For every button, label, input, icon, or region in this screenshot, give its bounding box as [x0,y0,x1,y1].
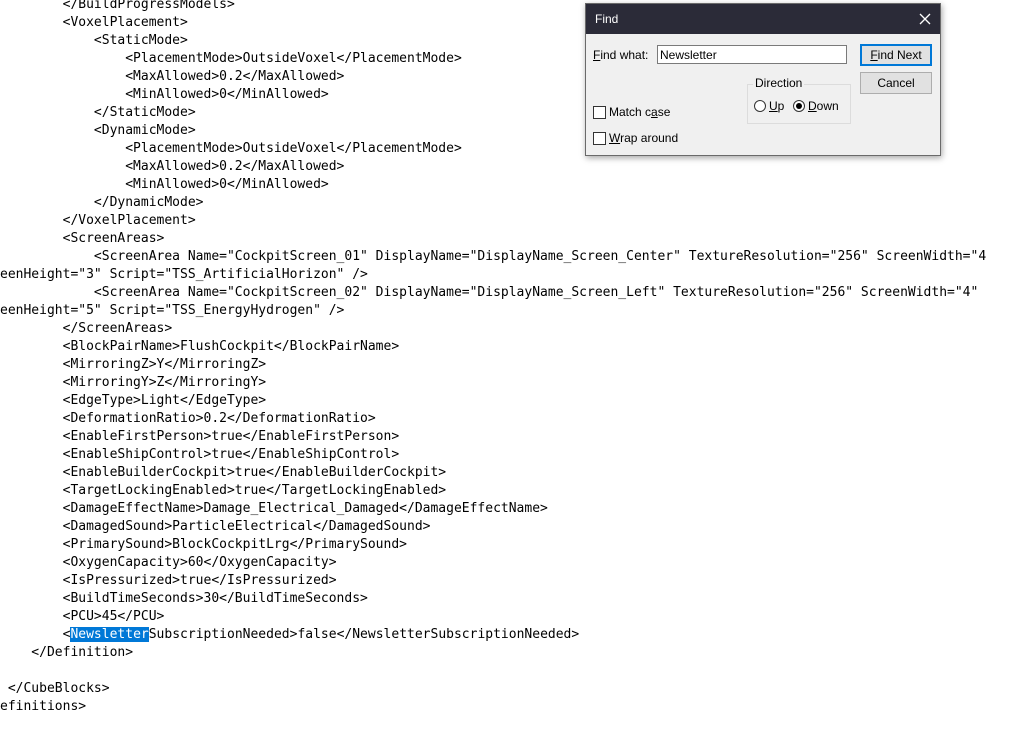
code-text: <EnableShipControl>true</EnableShipContr… [0,447,400,462]
code-line: <PCU>45</PCU> [0,608,165,626]
code-line: <IsPressurized>true</IsPressurized> [0,572,337,590]
close-button[interactable] [910,4,940,34]
wrap-around-label[interactable]: Wrap around [609,131,678,145]
code-text: <MirroringY>Z</MirroringY> [0,375,267,390]
code-text: </Definition> [0,645,134,660]
find-what-input[interactable] [657,45,847,64]
code-line: <MirroringZ>Y</MirroringZ> [0,356,267,374]
dialog-title: Find [595,12,619,26]
code-line: </ScreenAreas> [0,320,173,338]
code-line: efinitions> [0,698,86,716]
direction-down-label[interactable]: Down [808,99,839,113]
find-dialog: Find Find what: Find Next Cancel Directi… [585,3,941,156]
code-text: <DamageEffectName>Damage_Electrical_Dama… [0,501,548,516]
code-text: </BuildProgressModels> [0,0,235,12]
code-text: <PCU>45</PCU> [0,609,165,624]
close-icon [919,13,931,25]
code-text: <ScreenArea Name="CockpitScreen_01" Disp… [0,249,987,264]
code-line: <EnableShipControl>true</EnableShipContr… [0,446,400,464]
code-text: < [0,627,71,642]
code-text: </VoxelPlacement> [0,213,196,228]
code-line: <PlacementMode>OutsideVoxel</PlacementMo… [0,140,462,158]
code-line: </StaticMode> [0,104,196,122]
dialog-title-bar[interactable]: Find [586,4,940,34]
code-line: <BuildTimeSeconds>30</BuildTimeSeconds> [0,590,368,608]
match-case-checkbox[interactable] [593,106,606,119]
direction-down-radio[interactable] [793,100,805,112]
code-text: </CubeBlocks> [0,681,110,696]
code-text: </ScreenAreas> [0,321,173,336]
code-text: SubscriptionNeeded>false</NewsletterSubs… [148,627,580,642]
code-line: <TargetLockingEnabled>true</TargetLockin… [0,482,447,500]
code-text: eenHeight="3" Script="TSS_ArtificialHori… [0,267,368,282]
code-text: <PlacementMode>OutsideVoxel</PlacementMo… [0,51,462,66]
code-text: <EnableFirstPerson>true</EnableFirstPers… [0,429,400,444]
code-text: <BlockPairName>FlushCockpit</BlockPairNa… [0,339,400,354]
direction-up-label[interactable]: Up [769,99,784,113]
cancel-button[interactable]: Cancel [860,72,932,94]
code-text: <MinAllowed>0</MinAllowed> [0,177,329,192]
match-case-label[interactable]: Match case [609,105,670,119]
code-text: <MinAllowed>0</MinAllowed> [0,87,329,102]
code-line: <ScreenAreas> [0,230,165,248]
code-text: <BuildTimeSeconds>30</BuildTimeSeconds> [0,591,368,606]
code-text: <TargetLockingEnabled>true</TargetLockin… [0,483,447,498]
code-line: <PlacementMode>OutsideVoxel</PlacementMo… [0,50,462,68]
code-text: <PlacementMode>OutsideVoxel</PlacementMo… [0,141,462,156]
code-line: <MinAllowed>0</MinAllowed> [0,86,329,104]
code-text: </StaticMode> [0,105,196,120]
code-line: <BlockPairName>FlushCockpit</BlockPairNa… [0,338,400,356]
code-line: <EdgeType>Light</EdgeType> [0,392,267,410]
direction-label: Direction [753,76,805,90]
code-text: <DeformationRatio>0.2</DeformationRatio> [0,411,376,426]
code-line: <DamagedSound>ParticleElectrical</Damage… [0,518,431,536]
code-text: <MaxAllowed>0.2</MaxAllowed> [0,69,345,84]
code-text: <MaxAllowed>0.2</MaxAllowed> [0,159,345,174]
code-line: <ScreenArea Name="CockpitScreen_02" Disp… [0,284,978,302]
code-line: <DynamicMode> [0,122,196,140]
code-text: </DynamicMode> [0,195,204,210]
code-line: eenHeight="3" Script="TSS_ArtificialHori… [0,266,368,284]
code-text: <IsPressurized>true</IsPressurized> [0,573,337,588]
code-line: </VoxelPlacement> [0,212,196,230]
code-text: <ScreenAreas> [0,231,165,246]
code-line: </BuildProgressModels> [0,0,235,14]
code-text: <EnableBuilderCockpit>true</EnableBuilde… [0,465,447,480]
code-text: <ScreenArea Name="CockpitScreen_02" Disp… [0,285,979,300]
code-line: <StaticMode> [0,32,188,50]
code-line: <EnableBuilderCockpit>true</EnableBuilde… [0,464,447,482]
code-line: </CubeBlocks> [0,680,110,698]
code-text: <StaticMode> [0,33,188,48]
code-text: <PrimarySound>BlockCockpitLrg</PrimarySo… [0,537,407,552]
code-line: eenHeight="5" Script="TSS_EnergyHydrogen… [0,302,344,320]
code-line: <EnableFirstPerson>true</EnableFirstPers… [0,428,400,446]
code-line: <OxygenCapacity>60</OxygenCapacity> [0,554,337,572]
code-line: <MaxAllowed>0.2</MaxAllowed> [0,68,344,86]
direction-up-radio[interactable] [754,100,766,112]
code-line: <NewsletterSubscriptionNeeded>false</New… [0,626,579,644]
code-line: <MaxAllowed>0.2</MaxAllowed> [0,158,344,176]
code-text: <VoxelPlacement> [0,15,188,30]
find-what-label: Find what: [593,48,649,62]
code-text: <OxygenCapacity>60</OxygenCapacity> [0,555,337,570]
find-next-button[interactable]: Find Next [860,44,932,66]
code-line: <MirroringY>Z</MirroringY> [0,374,267,392]
code-text: eenHeight="5" Script="TSS_EnergyHydrogen… [0,303,345,318]
code-line: </DynamicMode> [0,194,204,212]
code-text: <DamagedSound>ParticleElectrical</Damage… [0,519,431,534]
code-line: </Definition> [0,644,133,662]
code-line: <ScreenArea Name="CockpitScreen_01" Disp… [0,248,986,266]
code-line: <DeformationRatio>0.2</DeformationRatio> [0,410,376,428]
code-text: <MirroringZ>Y</MirroringZ> [0,357,267,372]
code-line: <VoxelPlacement> [0,14,188,32]
wrap-around-checkbox[interactable] [593,132,606,145]
code-text: <EdgeType>Light</EdgeType> [0,393,267,408]
code-text: <DynamicMode> [0,123,196,138]
code-text: efinitions> [0,699,87,714]
code-line: <MinAllowed>0</MinAllowed> [0,176,329,194]
code-line: <DamageEffectName>Damage_Electrical_Dama… [0,500,548,518]
code-line: <PrimarySound>BlockCockpitLrg</PrimarySo… [0,536,407,554]
search-match-highlight: Newsletter [70,627,149,642]
